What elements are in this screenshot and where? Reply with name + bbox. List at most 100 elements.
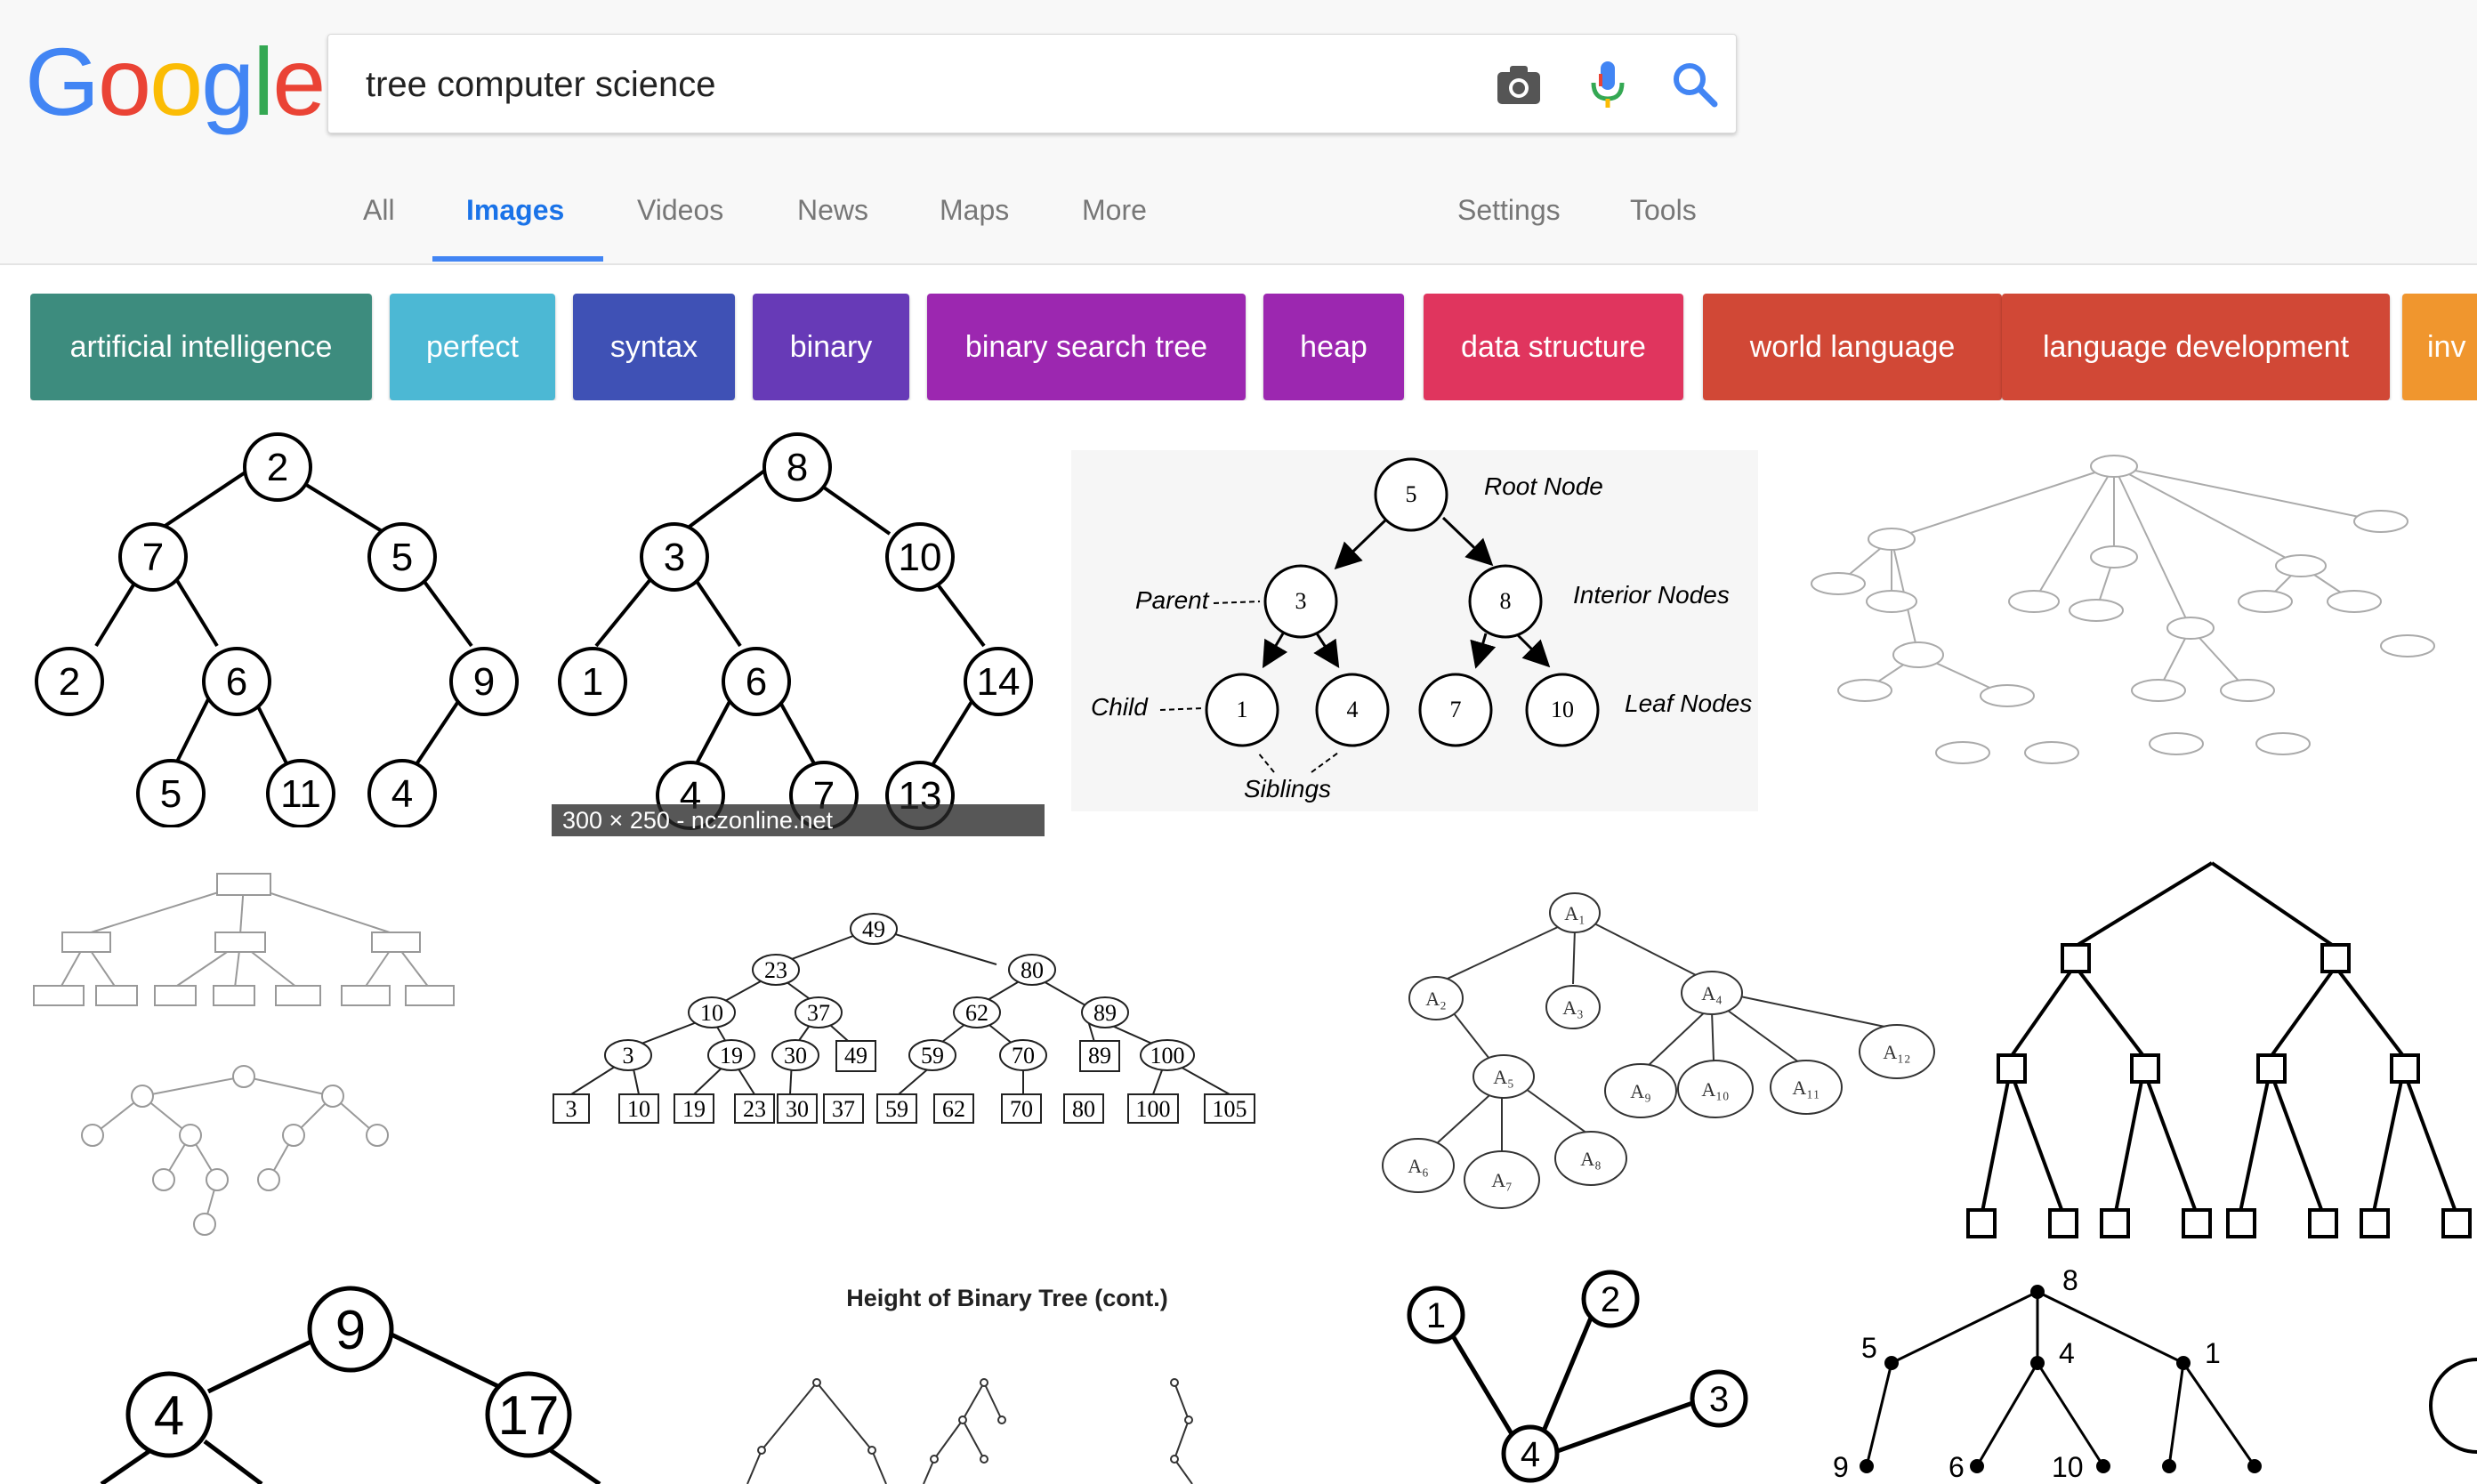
chip-syntax[interactable]: syntax xyxy=(573,294,735,400)
tab-all[interactable]: All xyxy=(363,194,395,227)
labeled-tree-diagram: 5 3 8 1 4 7 10 Root Node Interior Nodes … xyxy=(1091,457,1752,802)
tab-more[interactable]: More xyxy=(1082,194,1147,227)
tree-node: 17 xyxy=(498,1385,560,1447)
tab-tools[interactable]: Tools xyxy=(1630,194,1697,227)
partial-node xyxy=(2429,1358,2477,1454)
result-image-4[interactable] xyxy=(1785,450,2461,802)
search-tabs: All Images Videos News Maps More Setting… xyxy=(0,185,2477,263)
tree-node: A₇ xyxy=(1491,1169,1513,1191)
chip-artificial-intelligence[interactable]: artificial intelligence xyxy=(30,294,372,400)
tree-node: 23 xyxy=(764,957,787,983)
image-hover-info: 300 × 250 - nczonline.net xyxy=(552,804,1045,836)
chip-heap[interactable]: heap xyxy=(1263,294,1404,400)
tree-node: 100 xyxy=(1150,1043,1185,1069)
binary-tree-diagram: 9 4 17 xyxy=(100,1286,601,1484)
result-image-5[interactable] xyxy=(30,854,534,1246)
tree-node: 59 xyxy=(921,1043,944,1069)
tree-node: 4 xyxy=(1347,697,1359,722)
search-tree-diagram: 49 23 80 10 37 62 89 3 19 30 49 59 70 89… xyxy=(553,913,1255,1124)
tree-node: 10 xyxy=(1551,697,1574,722)
leaf-value: 105 xyxy=(1213,1096,1247,1122)
leaf-value: 3 xyxy=(566,1096,577,1122)
tree-node: A₁₁ xyxy=(1792,1077,1819,1099)
leaf-value: 70 xyxy=(1010,1096,1033,1122)
result-image-11[interactable]: 1 2 3 4 xyxy=(1388,1263,1762,1484)
tree-node: 7 xyxy=(1450,697,1462,722)
search-box[interactable] xyxy=(327,34,1737,133)
camera-icon[interactable] xyxy=(1490,56,1547,113)
root-node-label: Root Node xyxy=(1484,472,1603,500)
result-image-8[interactable] xyxy=(1966,859,2477,1242)
tree-node: 4 xyxy=(1521,1435,1540,1474)
tree-node: 6 xyxy=(1949,1451,1965,1483)
tree-node: 37 xyxy=(807,1000,830,1026)
tab-settings[interactable]: Settings xyxy=(1457,194,1561,227)
tree-node: 9 xyxy=(473,660,495,704)
binary-tree-slide: Height of Binary Tree (cont.) xyxy=(746,1285,1193,1484)
result-image-6[interactable]: 49 23 80 10 37 62 89 3 19 30 49 59 70 89… xyxy=(552,907,1263,1130)
leaf-value: 30 xyxy=(786,1096,809,1122)
tree-node: A₅ xyxy=(1493,1066,1514,1088)
chip-binary-search-tree[interactable]: binary search tree xyxy=(927,294,1246,400)
logo-letter: o xyxy=(98,28,151,135)
search-icon[interactable] xyxy=(1666,56,1723,113)
leaf-value: 62 xyxy=(942,1096,965,1122)
result-image-7[interactable]: A₁ A₂ A₃ A₄ A₅ A₆ A₇ A₈ A₉ A₁₀ A₁₁ A₁₂ xyxy=(1338,886,1943,1221)
tree-node: 8 xyxy=(2062,1264,2078,1296)
tree-node: 2 xyxy=(267,446,288,489)
tree-node: A₉ xyxy=(1630,1080,1651,1102)
tab-videos[interactable]: Videos xyxy=(637,194,723,227)
search-input[interactable] xyxy=(364,54,1391,115)
leaf-value: 80 xyxy=(1072,1096,1095,1122)
logo-letter: G xyxy=(25,28,100,135)
tree-node: 5 xyxy=(160,772,182,816)
tree-node: 3 xyxy=(664,536,685,579)
tree-node: A₂ xyxy=(1425,988,1447,1010)
tree-node: 4 xyxy=(391,772,413,816)
tree-node: 19 xyxy=(720,1043,743,1069)
result-image-3[interactable]: 5 3 8 1 4 7 10 Root Node Interior Nodes … xyxy=(1071,450,1758,811)
chip-language-development[interactable]: language development xyxy=(2002,294,2390,400)
tree-node: 4 xyxy=(154,1385,184,1447)
tree-node: 2 xyxy=(59,660,80,704)
child-label: Child xyxy=(1091,693,1149,721)
chip-data-structure[interactable]: data structure xyxy=(1424,294,1683,400)
tab-images[interactable]: Images xyxy=(466,194,564,227)
result-image-9[interactable]: 9 4 17 xyxy=(30,1272,689,1484)
result-image-2[interactable]: 8 3 10 1 6 14 4 7 13 xyxy=(552,427,1045,836)
related-search-chips: artificial intelligence perfect syntax b… xyxy=(30,294,2477,400)
chip-world-language[interactable]: world language xyxy=(1703,294,2002,400)
tree-node: 89 xyxy=(1093,1000,1117,1026)
general-tree-diagram: A₁ A₂ A₃ A₄ A₅ A₆ A₇ A₈ A₉ A₁₀ A₁₁ A₁₂ xyxy=(1382,892,1935,1209)
tree-node: A₁₂ xyxy=(1883,1041,1910,1063)
siblings-label: Siblings xyxy=(1244,775,1331,802)
tree-node: A₈ xyxy=(1580,1148,1602,1170)
leaf-value: 100 xyxy=(1136,1096,1171,1122)
tab-maps[interactable]: Maps xyxy=(940,194,1009,227)
parent-label: Parent xyxy=(1135,586,1210,614)
leaf-nodes-label: Leaf Nodes xyxy=(1625,690,1752,717)
tree-node: 7 xyxy=(142,536,164,579)
tree-node: 8 xyxy=(1500,588,1512,614)
chip-binary[interactable]: binary xyxy=(753,294,909,400)
leaf-value: 59 xyxy=(885,1096,908,1122)
chip-perfect[interactable]: perfect xyxy=(390,294,555,400)
chip-inv[interactable]: inv xyxy=(2402,294,2477,400)
tree-node: 14 xyxy=(977,660,1021,704)
tree-node: 3 xyxy=(623,1043,634,1069)
leaf-value: 37 xyxy=(832,1096,855,1122)
result-image-12[interactable]: 8 5 4 1 9 6 10 xyxy=(1824,1263,2477,1484)
tree-node: 6 xyxy=(226,660,247,704)
tree-node: 10 xyxy=(2052,1451,2084,1483)
result-image-10[interactable]: Height of Binary Tree (cont.) xyxy=(712,1272,1281,1484)
tree-node: 3 xyxy=(1295,588,1307,614)
microphone-icon[interactable] xyxy=(1579,56,1636,113)
tab-news[interactable]: News xyxy=(797,194,868,227)
result-image-1[interactable]: 2 7 5 2 6 9 5 11 4 xyxy=(30,427,534,827)
tree-node: 49 xyxy=(844,1043,867,1069)
google-logo[interactable]: Google xyxy=(25,28,326,135)
tree-node: 5 xyxy=(1861,1332,1877,1364)
interior-nodes-label: Interior Nodes xyxy=(1573,581,1730,609)
leaf-value: 10 xyxy=(627,1096,650,1122)
tree-node: 2 xyxy=(1601,1280,1620,1319)
